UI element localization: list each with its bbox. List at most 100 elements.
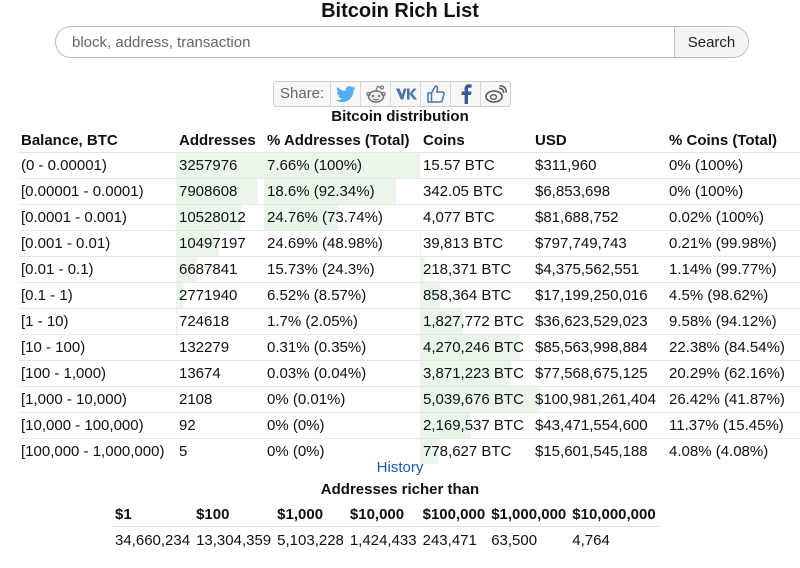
- page-title: Bitcoin Rich List: [321, 0, 479, 22]
- usd-cell: $311,960: [532, 152, 666, 179]
- richer-threshold-header: $100: [193, 502, 275, 527]
- col-header-pct-coins: % Coins (Total): [669, 131, 778, 149]
- balance-cell: [0.0001 - 0.001): [18, 204, 176, 231]
- facebook-icon: [461, 84, 472, 104]
- usd-cell: $100,981,261,404: [532, 386, 666, 413]
- coins-cell: 218,371 BTC: [420, 256, 532, 283]
- balance-cell: [0.00001 - 0.0001): [18, 178, 176, 205]
- addresses-cell: 724618: [176, 308, 264, 335]
- reddit-share-button[interactable]: [361, 82, 392, 106]
- pct-coins-cell: 4.5% (98.62%): [666, 282, 800, 309]
- pct-addresses-cell: 15.73% (24.3%): [264, 256, 420, 283]
- col-header-pct-addresses: % Addresses (Total): [267, 131, 410, 149]
- pct-coins-cell: 1.14% (99.77%): [666, 256, 800, 283]
- distribution-row: [10,000 - 100,000) 92 0% (0%) 2,169,537 BTC…: [18, 412, 800, 439]
- distribution-table: Balance, BTC Addresses % Addresses (Tota…: [18, 128, 800, 464]
- usd-cell: $6,853,698: [532, 178, 666, 205]
- distribution-row: [0.01 - 0.1) 6687841 15.73% (24.3%) 218,371…: [18, 256, 800, 283]
- richer-header-row: $1 $100 $1,000 $10,000 $100,000 $1,000,000 $10…: [112, 502, 659, 527]
- pct-addresses-cell: 6.52% (8.57%): [264, 282, 420, 309]
- col-header-balance: Balance, BTC: [21, 131, 118, 149]
- addresses-cell: 13674: [176, 360, 264, 387]
- share-label: Share:: [274, 82, 332, 106]
- coins-cell: 5,039,676 BTC: [420, 386, 532, 413]
- search-bar: Search: [55, 26, 749, 58]
- coins-cell: 4,077 BTC: [420, 204, 532, 231]
- balance-cell: [0.01 - 0.1): [18, 256, 176, 283]
- facebook-share-button[interactable]: [451, 82, 482, 106]
- search-input[interactable]: [56, 27, 676, 57]
- richer-count-cell: 1,424,433: [349, 531, 417, 549]
- distribution-row: [1,000 - 10,000) 2108 0% (0.01%) 5,039,676 …: [18, 386, 800, 413]
- richer-count-cell: 34,660,234: [115, 531, 191, 549]
- coins-cell: 4,270,246 BTC: [420, 334, 532, 361]
- balance-cell: [10 - 100): [18, 334, 176, 361]
- usd-cell: $85,563,998,884: [532, 334, 666, 361]
- addresses-cell: 10497197: [176, 230, 264, 257]
- balance-cell: [1,000 - 10,000): [18, 386, 176, 413]
- coins-cell: 15.57 BTC: [420, 152, 532, 179]
- richer-count-cell: 243,471: [422, 531, 477, 549]
- pct-coins-cell: 0.21% (99.98%): [666, 230, 800, 257]
- twitter-share-button[interactable]: [331, 82, 362, 106]
- distribution-row: [0.1 - 1) 2771940 6.52% (8.57%) 858,364 BTC…: [18, 282, 800, 309]
- addresses-cell: 2108: [176, 386, 264, 413]
- distribution-row: [0.0001 - 0.001) 10528012 24.76% (73.74%) 4…: [18, 204, 800, 231]
- like-icon: [426, 85, 445, 103]
- pct-addresses-cell: 7.66% (100%): [264, 152, 420, 179]
- coins-cell: 1,827,772 BTC: [420, 308, 532, 335]
- richer-count-cell: 4,764: [572, 531, 610, 549]
- col-header-usd: USD: [535, 131, 567, 149]
- usd-cell: $797,749,743: [532, 230, 666, 257]
- pct-addresses-cell: 1.7% (2.05%): [264, 308, 420, 335]
- coins-cell: 3,871,223 BTC: [420, 360, 532, 387]
- pct-coins-cell: 11.37% (15.45%): [666, 412, 800, 439]
- balance-cell: [10,000 - 100,000): [18, 412, 176, 439]
- pct-addresses-cell: 24.69% (48.98%): [264, 230, 420, 257]
- pct-addresses-cell: 0% (0.01%): [264, 386, 420, 413]
- balance-cell: [100 - 1,000): [18, 360, 176, 387]
- distribution-row: [100 - 1,000) 13674 0.03% (0.04%) 3,871,223…: [18, 360, 800, 387]
- reddit-icon: [365, 85, 386, 103]
- richer-threshold-header: $10,000,000: [569, 502, 659, 527]
- addresses-cell: 92: [176, 412, 264, 439]
- distribution-row: [0.001 - 0.01) 10497197 24.69% (48.98%) 39,…: [18, 230, 800, 257]
- weibo-share-button[interactable]: [481, 82, 510, 106]
- richer-count-cell: 63,500: [491, 531, 538, 549]
- pct-coins-cell: 20.29% (62.16%): [666, 360, 800, 387]
- richer-threshold-header: $1,000: [274, 502, 347, 527]
- distribution-row: [10 - 100) 132279 0.31% (0.35%) 4,270,246 B…: [18, 334, 800, 361]
- coins-cell: 39,813 BTC: [420, 230, 532, 257]
- history-link[interactable]: History: [0, 459, 800, 477]
- pct-coins-cell: 0% (100%): [666, 152, 800, 179]
- coins-cell: 858,364 BTC: [420, 282, 532, 309]
- distribution-row: (0 - 0.00001) 3257976 7.66% (100%) 15.57 BT…: [18, 152, 800, 179]
- addresses-cell: 132279: [176, 334, 264, 361]
- twitter-icon: [335, 86, 356, 102]
- richer-value-row: 34,660,234 13,304,359 5,103,228 1,424,433 24…: [112, 527, 659, 554]
- distribution-row: [1 - 10) 724618 1.7% (2.05%) 1,827,772 BTC $…: [18, 308, 800, 335]
- usd-cell: $81,688,752: [532, 204, 666, 231]
- distribution-header-row: Balance, BTC Addresses % Addresses (Tota…: [18, 128, 800, 153]
- pct-addresses-cell: 24.76% (73.74%): [264, 204, 420, 231]
- richer-title: Addresses richer than: [320, 481, 480, 498]
- pct-addresses-cell: 18.6% (92.34%): [264, 178, 420, 205]
- like-share-button[interactable]: [421, 82, 452, 106]
- usd-cell: $36,623,529,023: [532, 308, 666, 335]
- pct-coins-cell: 22.38% (84.54%): [666, 334, 800, 361]
- addresses-cell: 6687841: [176, 256, 264, 283]
- distribution-title: Bitcoin distribution: [331, 108, 469, 125]
- balance-cell: [0.001 - 0.01): [18, 230, 176, 257]
- usd-cell: $17,199,250,016: [532, 282, 666, 309]
- pct-coins-cell: 9.58% (94.12%): [666, 308, 800, 335]
- richer-table: $1 $100 $1,000 $10,000 $100,000 $1,000,000 $10…: [112, 502, 659, 553]
- search-button[interactable]: Search: [674, 27, 748, 57]
- col-header-coins: Coins: [423, 131, 465, 149]
- richer-threshold-header: $10,000: [346, 502, 420, 527]
- balance-cell: (0 - 0.00001): [18, 152, 176, 179]
- balance-cell: [0.1 - 1): [18, 282, 176, 309]
- vk-share-button[interactable]: [391, 82, 422, 106]
- usd-cell: $4,375,562,551: [532, 256, 666, 283]
- pct-addresses-cell: 0.31% (0.35%): [264, 334, 420, 361]
- addresses-cell: 7908608: [176, 178, 264, 205]
